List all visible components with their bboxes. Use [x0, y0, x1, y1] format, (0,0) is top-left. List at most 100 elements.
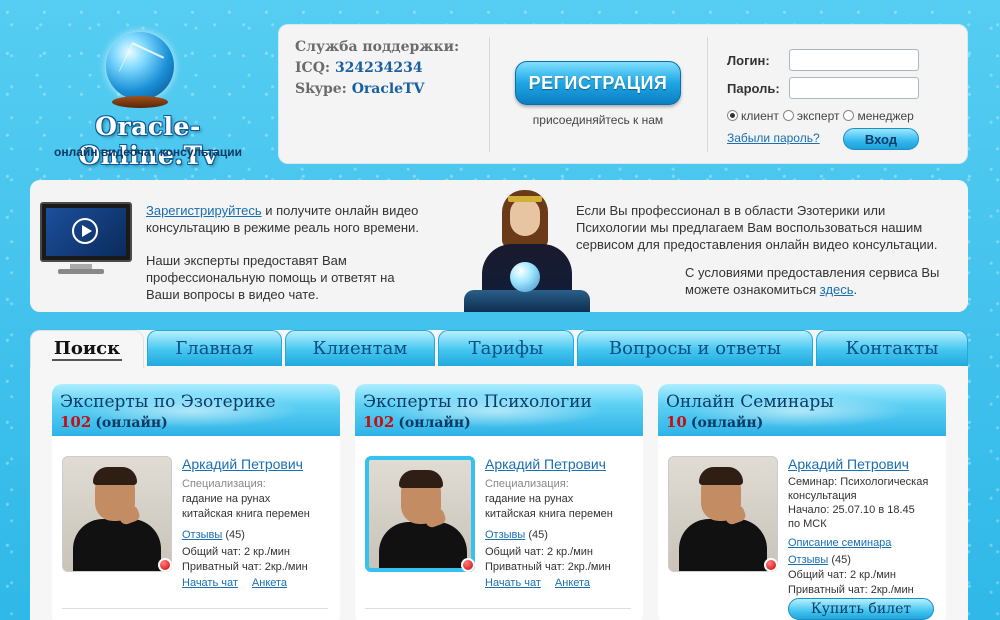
- photo-torso: [679, 519, 767, 571]
- info-text: С условиями предоставления сервиса Вы мо…: [685, 265, 940, 297]
- site-logo[interactable]: Oracle-Online.Tv онлайн видеочат консуль…: [28, 28, 268, 170]
- offline-status-icon: [461, 558, 475, 572]
- role-option-manager[interactable]: менеджер: [843, 109, 914, 123]
- tab-clients[interactable]: Клиентам: [285, 330, 435, 366]
- divider: [707, 37, 708, 152]
- password-label: Пароль:: [727, 81, 780, 96]
- general-chat-rate: Общий чат: 2 кр./мин: [485, 546, 594, 558]
- offline-status-icon: [158, 558, 172, 572]
- expert-name-link[interactable]: Аркадий Петрович: [485, 456, 606, 472]
- reviews-count: (45): [225, 529, 245, 541]
- skype-value: OracleTV: [351, 81, 425, 97]
- terms-link[interactable]: здесь: [820, 282, 854, 297]
- buy-ticket-button[interactable]: Купить билет: [788, 598, 934, 620]
- profile-link[interactable]: Анкета: [252, 577, 287, 589]
- info-panel: Зарегистрируйтесь и получите онлайн виде…: [30, 180, 968, 312]
- spec-label: Специализация:: [485, 478, 569, 490]
- seminar-line: Семинар: Психологическая: [788, 476, 929, 488]
- register-button[interactable]: РЕГИСТРАЦИЯ: [515, 61, 681, 105]
- logo-subtitle: онлайн видеочат консультации: [53, 145, 242, 159]
- role-option-client[interactable]: клиент: [727, 109, 779, 123]
- forgot-password-link[interactable]: Забыли пароль?: [727, 131, 820, 145]
- column-esoterics: Эксперты по Эзотерике 102 (онлайн) Аркади…: [52, 384, 340, 620]
- tab-tariffs[interactable]: Тарифы: [438, 330, 574, 366]
- photo-hair: [93, 467, 137, 485]
- role-option-expert[interactable]: эксперт: [782, 109, 840, 123]
- role-selector: клиент эксперт менеджер: [727, 109, 914, 123]
- column-header: Эксперты по Психологии 102 (онлайн): [355, 384, 643, 436]
- skype-label: Skype:: [295, 81, 347, 97]
- private-chat-rate: Приватный чат: 2кр./мин: [485, 561, 611, 573]
- logo-title: Oracle-Online.Tv: [78, 112, 218, 170]
- tab-faq[interactable]: Вопросы и ответы: [577, 330, 813, 366]
- offline-status-icon: [764, 558, 778, 572]
- reviews-link[interactable]: Отзывы: [485, 529, 525, 541]
- expert-photo[interactable]: [668, 456, 778, 572]
- expert-photo[interactable]: [62, 456, 172, 572]
- spec-line: китайская книга перемен: [182, 508, 310, 520]
- divider: [489, 37, 490, 152]
- seminar-line: консультация: [788, 490, 857, 502]
- register-link[interactable]: Зарегистрируйтесь: [146, 203, 262, 218]
- radio-checked-icon: [727, 110, 738, 121]
- info-text: .: [853, 282, 858, 297]
- online-count: 102 (онлайн): [60, 413, 168, 431]
- spec-line: гадание на рунах: [485, 493, 574, 505]
- oracle-crown: [508, 196, 542, 202]
- private-chat-rate: Приватный чат: 2кр./мин: [182, 561, 308, 573]
- start-chat-link[interactable]: Начать чат: [485, 577, 541, 589]
- main-tabs: Поиск Главная Клиентам Тарифы Вопросы и …: [30, 330, 968, 368]
- reviews-count: (45): [528, 529, 548, 541]
- crystal-ball-base: [112, 96, 168, 108]
- login-input[interactable]: [789, 49, 919, 71]
- tab-home[interactable]: Главная: [147, 330, 282, 366]
- reviews-link[interactable]: Отзывы: [788, 554, 828, 566]
- icq-value: 324234234: [334, 60, 423, 76]
- info-paragraph-2: Наши эксперты предоставят Вам профессион…: [146, 253, 395, 302]
- login-button[interactable]: Вход: [843, 128, 919, 150]
- tab-search[interactable]: Поиск: [30, 330, 144, 368]
- radio-icon: [782, 110, 794, 121]
- expert-actions: Начать чат Анкета: [485, 577, 590, 589]
- tab-contacts[interactable]: Контакты: [816, 330, 968, 366]
- role-label: эксперт: [796, 109, 840, 123]
- count-number: 10: [666, 413, 687, 431]
- seminar-start: по МСК: [788, 518, 827, 530]
- radio-icon: [843, 110, 855, 121]
- divider: [365, 608, 631, 609]
- reviews-row: Отзывы (45): [182, 528, 245, 543]
- column-title[interactable]: Онлайн Семинары: [666, 392, 834, 412]
- online-label: (онлайн): [95, 415, 168, 431]
- login-label: Логин:: [727, 53, 770, 68]
- column-title[interactable]: Эксперты по Эзотерике: [60, 392, 276, 412]
- profile-link[interactable]: Анкета: [555, 577, 590, 589]
- expert-name-link[interactable]: Аркадий Петрович: [182, 456, 303, 472]
- expert-name-link[interactable]: Аркадий Петрович: [788, 456, 909, 472]
- column-header: Эксперты по Эзотерике 102 (онлайн): [52, 384, 340, 436]
- expert-actions: Начать чат Анкета: [182, 577, 287, 589]
- seminar-start: Начало: 25.07.10 в 18.45: [788, 504, 915, 516]
- icq-label: ICQ:: [295, 60, 331, 76]
- general-chat-rate: Общий чат: 2 кр./мин: [788, 569, 897, 581]
- reviews-row: Отзывы (45): [485, 528, 548, 543]
- online-count: 10 (онлайн): [666, 413, 763, 431]
- photo-hair: [699, 467, 743, 485]
- column-title[interactable]: Эксперты по Психологии: [363, 392, 592, 412]
- tab-label: Вопросы и ответы: [608, 338, 782, 359]
- password-input[interactable]: [789, 77, 919, 99]
- photo-torso: [73, 519, 161, 571]
- column-seminars: Онлайн Семинары 10 (онлайн) Аркадий Петро…: [658, 384, 946, 620]
- tab-label: Клиентам: [312, 338, 408, 359]
- info-paragraph-1: Зарегистрируйтесь и получите онлайн виде…: [146, 202, 436, 236]
- count-number: 102: [60, 413, 92, 431]
- role-label: менеджер: [857, 109, 914, 123]
- photo-torso: [379, 522, 467, 568]
- seminar-description-link[interactable]: Описание семинара: [788, 537, 891, 549]
- online-label: (онлайн): [398, 415, 471, 431]
- start-chat-link[interactable]: Начать чат: [182, 577, 238, 589]
- crystal-ball-icon: [106, 32, 174, 100]
- divider: [62, 608, 328, 609]
- spec-line: китайская книга перемен: [485, 508, 613, 520]
- expert-photo[interactable]: [365, 456, 475, 572]
- reviews-link[interactable]: Отзывы: [182, 529, 222, 541]
